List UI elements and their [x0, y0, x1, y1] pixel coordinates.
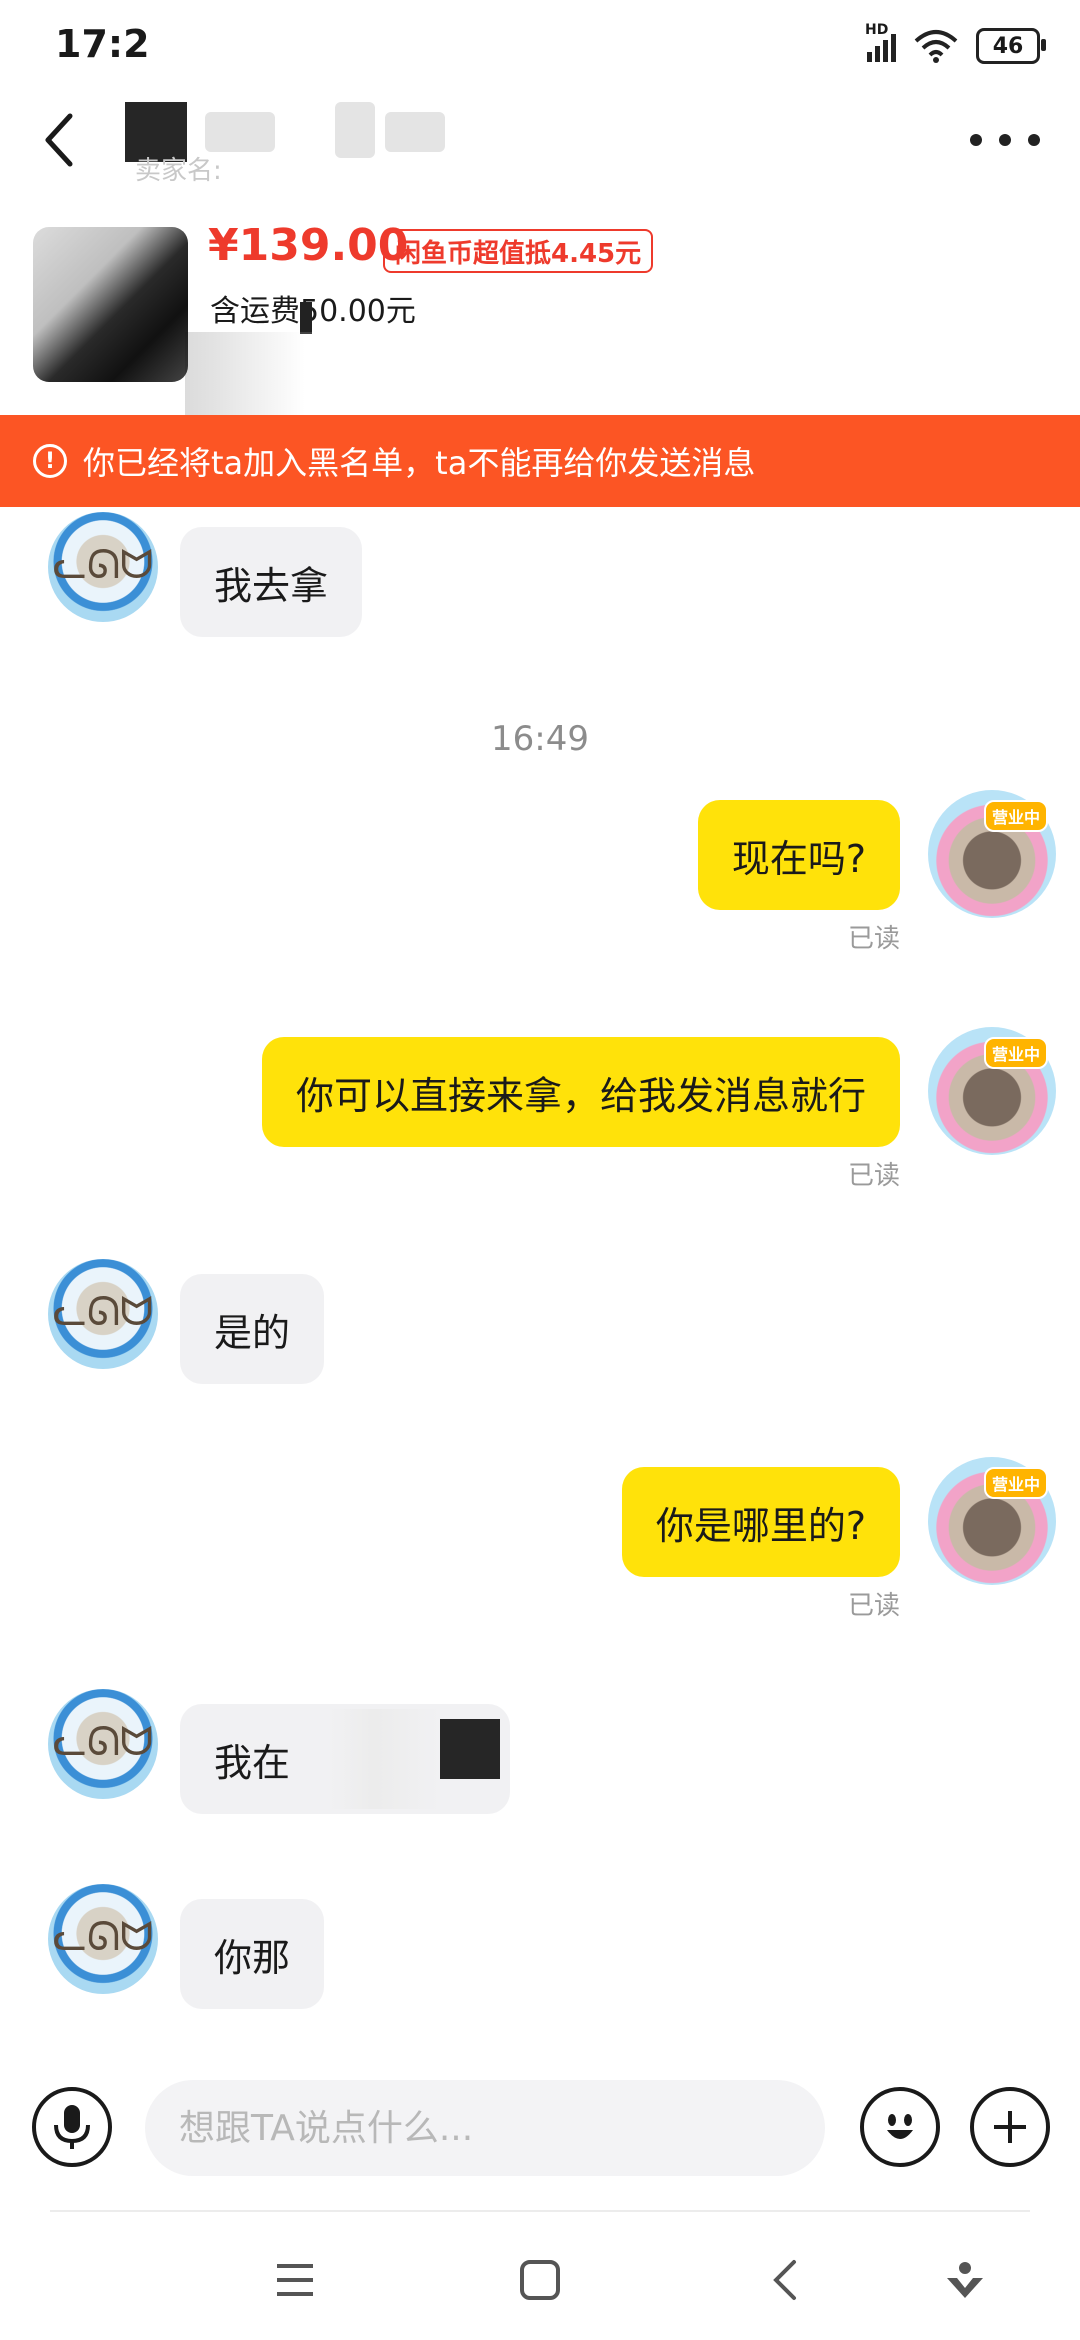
product-card[interactable]: ¥139.00 闲鱼币超值抵4.45元 含运费50.00元 [0, 220, 1080, 422]
buyer-avatar[interactable]: ᓚᘏᗢ [48, 1689, 158, 1799]
warning-icon: ! [33, 444, 67, 478]
my-avatar[interactable]: 营业中 [928, 1457, 1056, 1585]
nav-back-button[interactable] [755, 2250, 815, 2310]
my-avatar[interactable]: 营业中 [928, 1027, 1056, 1155]
buyer-avatar[interactable]: ᓚᘏᗢ [48, 1884, 158, 1994]
buyer-avatar[interactable]: ᓚᘏᗢ [48, 512, 158, 622]
emoji-icon [887, 2114, 913, 2139]
seller-caption: 卖家名: [135, 156, 222, 186]
redaction-fade [185, 332, 485, 422]
redaction-fade [330, 1709, 440, 1809]
voice-button[interactable] [32, 2087, 112, 2167]
read-status: 已读 [847, 1591, 900, 1621]
network-label: HD [865, 22, 889, 38]
message-input[interactable] [145, 2080, 825, 2176]
battery-indicator: 46 [976, 28, 1046, 64]
status-icons: HD 46 [865, 22, 1046, 66]
cat-avatar-icon: ᓚᘏᗢ [52, 1914, 154, 1960]
redaction-block [440, 1719, 500, 1779]
banner-text: 你已经将ta加入黑名单，ta不能再给你发送消息 [83, 444, 756, 482]
home-square-icon [520, 2260, 560, 2300]
back-button[interactable] [40, 100, 100, 180]
assistant-icon [947, 2262, 983, 2298]
buyer-avatar[interactable]: ᓚᘏᗢ [48, 1259, 158, 1369]
redaction-block [300, 302, 312, 334]
message-bubble[interactable]: 是的 [180, 1274, 325, 1384]
system-nav-bar [0, 2212, 1080, 2340]
nav-assistant-button[interactable] [935, 2250, 995, 2310]
blacklist-banner: ! 你已经将ta加入黑名单，ta不能再给你发送消息 [0, 415, 1080, 507]
shipping-suffix: 0.00元 [319, 294, 416, 329]
chat-header: 卖家名: [0, 90, 1080, 220]
read-status: 已读 [847, 924, 900, 954]
message-list[interactable]: ᓚᘏᗢ 我去拿 16:49 现在吗? 营业中 已读 你可以直接来拿，给我发消息就… [0, 507, 1080, 2055]
message-text: 我在 [214, 1740, 291, 1785]
wifi-icon [914, 30, 958, 63]
signal-icon: HD [865, 22, 896, 62]
message-bubble[interactable]: 我去拿 [180, 527, 363, 637]
product-image[interactable] [33, 227, 188, 382]
cat-avatar-icon: ᓚᘏᗢ [52, 1289, 154, 1335]
more-options-button[interactable] [970, 120, 1040, 160]
more-dots-icon [970, 134, 982, 146]
cat-avatar-icon: ᓚᘏᗢ [52, 542, 154, 588]
cat-avatar-icon: ᓚᘏᗢ [52, 1719, 154, 1765]
coin-discount-badge: 闲鱼币超值抵4.45元 [383, 229, 654, 273]
message-timestamp: 16:49 [491, 719, 589, 759]
shipping-info: 含运费50.00元 [210, 286, 416, 330]
message-bubble[interactable]: 你可以直接来拿，给我发消息就行 [261, 1037, 900, 1147]
menu-icon [277, 2264, 313, 2296]
chevron-left-icon [45, 113, 73, 167]
emoji-button[interactable] [860, 2087, 940, 2167]
product-price: ¥139.00 [208, 220, 409, 271]
message-bubble[interactable]: 你那 [180, 1899, 325, 2009]
nav-home-button[interactable] [510, 2250, 570, 2310]
message-bubble[interactable]: 你是哪里的? [621, 1467, 900, 1577]
avatar-status-tag: 营业中 [983, 1037, 1048, 1069]
message-input-bar [0, 2055, 1080, 2205]
avatar-status-tag: 营业中 [983, 800, 1048, 832]
more-actions-button[interactable] [970, 2087, 1050, 2167]
avatar-status-tag: 营业中 [983, 1467, 1048, 1499]
plus-icon [994, 2111, 1026, 2143]
status-time: 17:2 [55, 22, 150, 66]
status-bar: 17:2 HD 46 [0, 0, 1080, 90]
microphone-icon [54, 2105, 90, 2149]
my-avatar[interactable]: 营业中 [928, 790, 1056, 918]
nav-menu-button[interactable] [265, 2250, 325, 2310]
message-bubble[interactable]: 现在吗? [697, 800, 900, 910]
read-status: 已读 [847, 1161, 900, 1191]
back-icon [773, 2260, 796, 2300]
